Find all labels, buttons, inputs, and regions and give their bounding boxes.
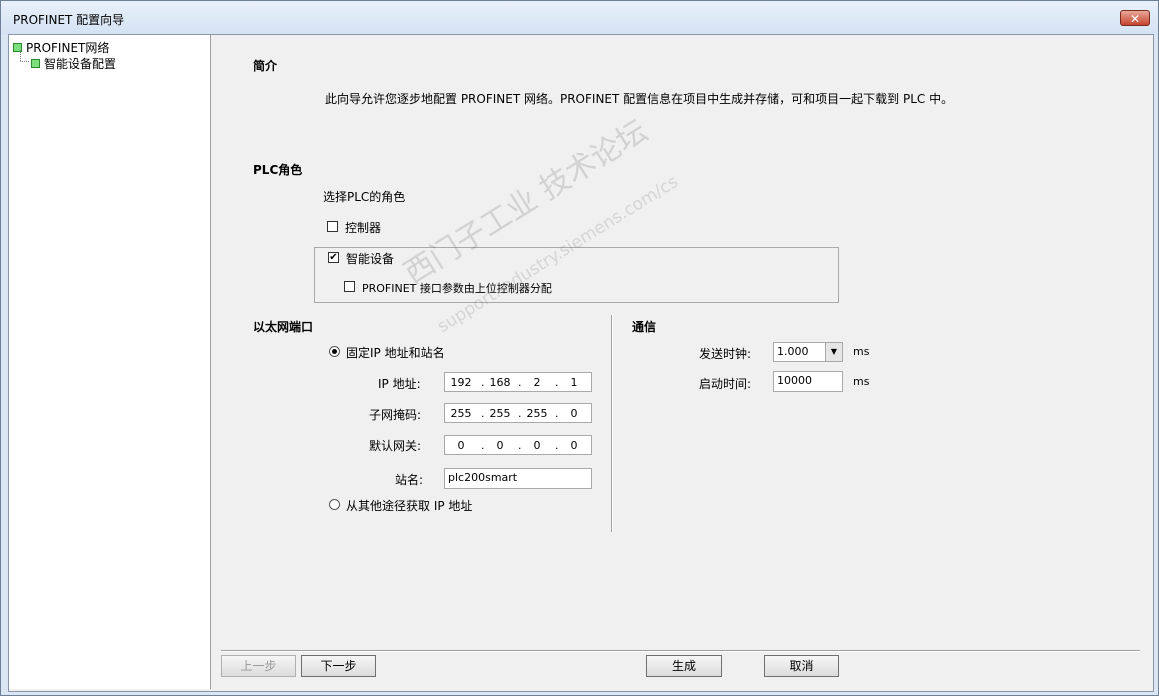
station-name-value: plc200smart bbox=[448, 471, 518, 484]
startup-time-value: 10000 bbox=[777, 374, 812, 387]
fixed-ip-radio[interactable] bbox=[329, 346, 340, 357]
next-button[interactable]: 下一步 bbox=[301, 655, 376, 677]
communication-heading: 通信 bbox=[632, 320, 657, 334]
gateway-octet: 0 bbox=[457, 439, 465, 452]
startup-time-field[interactable]: 10000 bbox=[773, 371, 843, 392]
tree-item-smart-device-config[interactable]: 智能设备配置 bbox=[31, 55, 116, 72]
mask-octet: 0 bbox=[570, 407, 578, 420]
upper-controller-assign-checkbox[interactable] bbox=[344, 281, 355, 292]
ip-address-field[interactable]: 192 . 168 . 2 . 1 bbox=[444, 372, 592, 392]
vertical-divider bbox=[611, 315, 613, 532]
mask-octet: 255 bbox=[489, 407, 511, 420]
other-ip-radio[interactable] bbox=[329, 499, 340, 510]
controller-label: 控制器 bbox=[345, 221, 382, 235]
chevron-down-icon[interactable]: ▼ bbox=[825, 343, 842, 361]
upper-controller-assign-label: PROFINET 接口参数由上位控制器分配 bbox=[362, 282, 552, 295]
prev-button[interactable]: 上一步 bbox=[221, 655, 296, 677]
plc-role-heading: PLC角色 bbox=[253, 163, 303, 177]
tree-item-profinet-network[interactable]: PROFINET网络 bbox=[13, 39, 109, 56]
subnet-mask-field[interactable]: 255 . 255 . 255 . 0 bbox=[444, 403, 592, 423]
gateway-label: 默认网关: bbox=[369, 439, 422, 453]
close-icon: ✕ bbox=[1129, 12, 1141, 26]
gateway-octet: 0 bbox=[570, 439, 578, 452]
send-clock-unit: ms bbox=[853, 345, 870, 358]
mask-octet: 255 bbox=[526, 407, 548, 420]
tree-item-label: 智能设备配置 bbox=[44, 57, 117, 71]
ip-octet: 2 bbox=[533, 376, 541, 389]
gateway-field[interactable]: 0 . 0 . 0 . 0 bbox=[444, 435, 592, 455]
bottom-divider bbox=[221, 650, 1140, 652]
ethernet-heading: 以太网端口 bbox=[253, 320, 314, 334]
smart-device-label: 智能设备 bbox=[346, 252, 395, 266]
gateway-octet: 0 bbox=[496, 439, 504, 452]
ip-octet: 168 bbox=[489, 376, 511, 389]
client-area: PROFINET网络 智能设备配置 简介 此向导允许您逐步地配置 PROFINE… bbox=[8, 34, 1154, 692]
ip-octet: 1 bbox=[570, 376, 578, 389]
generate-button[interactable]: 生成 bbox=[646, 655, 722, 677]
send-clock-value: 1.000 bbox=[777, 345, 809, 358]
window-title: PROFINET 配置向导 bbox=[13, 13, 125, 27]
navigation-tree: PROFINET网络 智能设备配置 bbox=[9, 35, 211, 689]
intro-text: 此向导允许您逐步地配置 PROFINET 网络。PROFINET 配置信息在项目… bbox=[325, 92, 954, 106]
intro-heading: 简介 bbox=[253, 59, 278, 73]
wizard-window: PROFINET 配置向导 ✕ PROFINET网络 智能设备配置 简介 此向导… bbox=[0, 0, 1159, 696]
tree-connector bbox=[20, 50, 21, 61]
smart-device-checkbox[interactable]: ✔ bbox=[328, 252, 339, 263]
gateway-octet: 0 bbox=[533, 439, 541, 452]
check-icon: ✔ bbox=[329, 252, 338, 263]
startup-time-label: 启动时间: bbox=[699, 377, 752, 391]
tree-connector bbox=[20, 61, 29, 62]
station-name-field[interactable]: plc200smart bbox=[444, 468, 592, 489]
station-name-label: 站名: bbox=[395, 473, 424, 487]
ip-octet: 192 bbox=[450, 376, 472, 389]
tree-node-icon bbox=[31, 59, 40, 68]
ip-address-label: IP 地址: bbox=[378, 377, 421, 391]
fixed-ip-label: 固定IP 地址和站名 bbox=[346, 346, 445, 360]
controller-checkbox[interactable] bbox=[327, 221, 338, 232]
other-ip-label: 从其他途径获取 IP 地址 bbox=[346, 499, 473, 513]
close-button[interactable]: ✕ bbox=[1120, 10, 1150, 26]
mask-octet: 255 bbox=[450, 407, 472, 420]
cancel-button[interactable]: 取消 bbox=[764, 655, 839, 677]
startup-time-unit: ms bbox=[853, 375, 870, 388]
send-clock-select[interactable]: 1.000 ▼ bbox=[773, 342, 843, 362]
tree-item-label: PROFINET网络 bbox=[26, 41, 110, 55]
title-bar[interactable]: PROFINET 配置向导 ✕ bbox=[1, 1, 1158, 35]
plc-role-prompt: 选择PLC的角色 bbox=[323, 190, 406, 204]
subnet-mask-label: 子网掩码: bbox=[369, 408, 422, 422]
send-clock-label: 发送时钟: bbox=[699, 347, 752, 361]
